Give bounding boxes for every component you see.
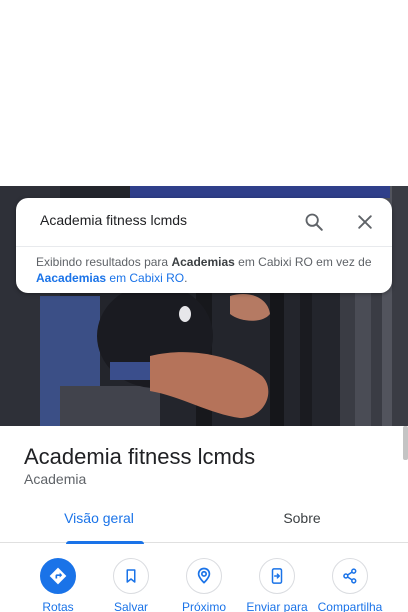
- place-category[interactable]: Academia: [24, 471, 86, 487]
- map-blank-area: [0, 0, 408, 186]
- nearby-button[interactable]: Próximo: [164, 558, 244, 612]
- save-button[interactable]: Salvar: [91, 558, 171, 612]
- hint-end: .: [184, 271, 188, 285]
- search-icon[interactable]: [300, 208, 328, 236]
- share-label[interactable]: Compartilha: [310, 600, 390, 612]
- hint-prefix: Exibindo resultados para: [36, 255, 169, 269]
- scrollbar[interactable]: [403, 426, 408, 460]
- place-tabs: Visão geral Sobre: [0, 500, 408, 544]
- send-to-phone-button[interactable]: Enviar para: [237, 558, 317, 612]
- send-to-phone-icon[interactable]: [259, 558, 295, 594]
- hint-alt-term[interactable]: Aacademias: [36, 271, 106, 285]
- nearby-label[interactable]: Próximo: [164, 600, 244, 612]
- search-input[interactable]: Academia fitness lcmds: [40, 212, 187, 228]
- divider: [16, 246, 392, 247]
- hint-middle: em Cabixi RO em vez de: [238, 255, 372, 269]
- directions-button[interactable]: Rotas: [18, 558, 98, 612]
- close-icon[interactable]: [351, 208, 379, 236]
- bookmark-icon[interactable]: [113, 558, 149, 594]
- search-card: Academia fitness lcmds Exibindo resultad…: [16, 198, 392, 293]
- place-title: Academia fitness lcmds: [24, 444, 256, 469]
- tab-about[interactable]: Sobre: [262, 510, 342, 543]
- share-icon[interactable]: [332, 558, 368, 594]
- action-bar: Rotas Salvar Próximo Enviar para Compart…: [0, 556, 408, 612]
- directions-label[interactable]: Rotas: [18, 600, 98, 612]
- tab-overview[interactable]: Visão geral: [54, 510, 144, 544]
- save-label[interactable]: Salvar: [91, 600, 171, 612]
- search-original-link[interactable]: Aacademias em Cabixi RO: [36, 271, 184, 285]
- share-button[interactable]: Compartilha: [310, 558, 390, 612]
- search-bar[interactable]: Academia fitness lcmds: [16, 198, 392, 246]
- send-to-phone-label[interactable]: Enviar para: [237, 600, 317, 612]
- hint-alt-suffix[interactable]: em Cabixi RO: [109, 271, 184, 285]
- hint-term: Academias: [171, 255, 235, 269]
- search-correction-notice: Exibindo resultados para Academias em Ca…: [36, 254, 380, 286]
- directions-icon[interactable]: [40, 558, 76, 594]
- nearby-icon[interactable]: [186, 558, 222, 594]
